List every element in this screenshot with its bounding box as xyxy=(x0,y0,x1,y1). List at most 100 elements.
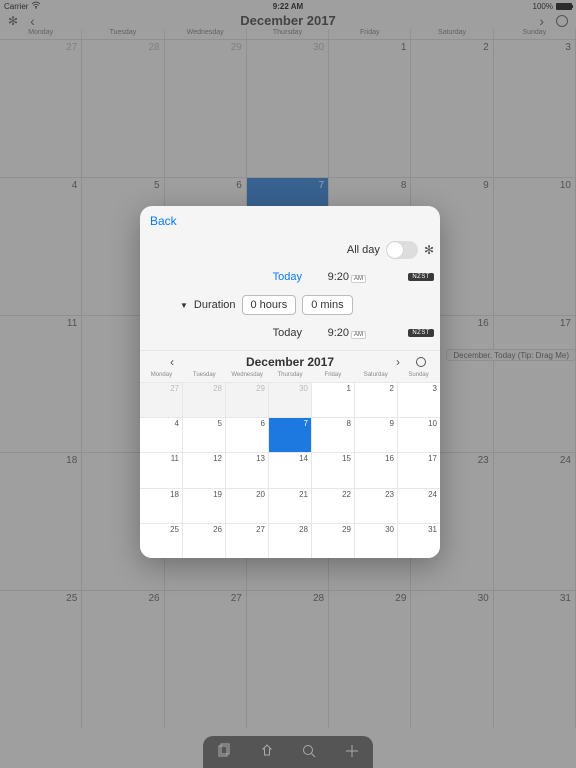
mini-day-cell[interactable]: 1 xyxy=(312,383,355,417)
mini-dow-label: Sunday xyxy=(397,372,440,382)
mini-day-cell[interactable]: 25 xyxy=(140,524,183,558)
bottom-toolbar xyxy=(203,736,373,768)
add-icon[interactable] xyxy=(344,743,360,762)
mini-day-number: 22 xyxy=(342,490,351,499)
end-time-value: 9:20 xyxy=(328,327,349,339)
mini-day-cell[interactable]: 24 xyxy=(398,489,440,523)
mini-day-cell[interactable]: 20 xyxy=(226,489,269,523)
search-icon[interactable] xyxy=(301,743,317,762)
mini-day-number: 27 xyxy=(256,525,265,534)
start-day-label: Today xyxy=(146,271,316,283)
mini-next-button[interactable]: › xyxy=(396,355,400,369)
duration-row: ▼ Duration 0 hours 0 mins xyxy=(140,290,440,320)
mini-day-cell[interactable]: 30 xyxy=(269,383,312,417)
mini-dow-label: Friday xyxy=(311,372,354,382)
mini-day-number: 16 xyxy=(385,454,394,463)
mini-day-number: 12 xyxy=(213,454,222,463)
time-settings-gear-icon[interactable]: ✻ xyxy=(424,243,434,257)
mini-day-cell[interactable]: 13 xyxy=(226,453,269,487)
mini-day-number: 24 xyxy=(428,490,437,499)
mini-day-cell[interactable]: 12 xyxy=(183,453,226,487)
mini-day-cell[interactable]: 28 xyxy=(269,524,312,558)
mini-day-cell[interactable]: 11 xyxy=(140,453,183,487)
mini-day-number: 29 xyxy=(256,384,265,393)
mini-dow-label: Wednesday xyxy=(226,372,269,382)
mini-dow-label: Thursday xyxy=(269,372,312,382)
mini-day-number: 31 xyxy=(428,525,437,534)
mini-day-number: 27 xyxy=(170,384,179,393)
mini-day-number: 30 xyxy=(385,525,394,534)
end-ampm: AM xyxy=(351,331,366,339)
mini-day-cell[interactable]: 23 xyxy=(355,489,398,523)
mini-day-cell[interactable]: 15 xyxy=(312,453,355,487)
mini-day-number: 2 xyxy=(390,384,394,393)
mini-month-title: December 2017 xyxy=(246,355,334,369)
duration-collapse-icon[interactable]: ▼ xyxy=(180,301,188,310)
mini-day-number: 26 xyxy=(213,525,222,534)
copy-icon[interactable] xyxy=(216,743,232,762)
mini-day-number: 11 xyxy=(171,454,179,463)
allday-toggle[interactable] xyxy=(386,241,418,259)
end-time-row[interactable]: Today 9:20AM NZST xyxy=(140,320,440,346)
mini-day-cell[interactable]: 14 xyxy=(269,453,312,487)
mini-day-cell[interactable]: 30 xyxy=(355,524,398,558)
mini-day-number: 3 xyxy=(433,384,437,393)
mini-day-cell[interactable]: 27 xyxy=(226,524,269,558)
mini-day-number: 8 xyxy=(347,419,351,428)
mini-day-number: 14 xyxy=(299,454,308,463)
mini-day-cell[interactable]: 6 xyxy=(226,418,269,452)
share-up-icon[interactable] xyxy=(259,743,275,762)
mini-day-cell[interactable]: 4 xyxy=(140,418,183,452)
mini-day-cell[interactable]: 29 xyxy=(226,383,269,417)
mini-day-cell[interactable]: 10 xyxy=(398,418,440,452)
mini-day-cell[interactable]: 2 xyxy=(355,383,398,417)
end-day-label: Today xyxy=(146,327,316,339)
end-tz-badge[interactable]: NZST xyxy=(408,329,434,337)
mini-day-number: 7 xyxy=(304,419,308,428)
mini-dow-label: Monday xyxy=(140,372,183,382)
duration-mins-picker[interactable]: 0 mins xyxy=(302,295,352,315)
mini-day-cell[interactable]: 31 xyxy=(398,524,440,558)
back-button[interactable]: Back xyxy=(150,214,177,228)
mini-day-cell[interactable]: 21 xyxy=(269,489,312,523)
mini-day-cell[interactable]: 3 xyxy=(398,383,440,417)
start-time-value: 9:20 xyxy=(328,271,349,283)
mini-day-cell[interactable]: 22 xyxy=(312,489,355,523)
mini-day-number: 19 xyxy=(213,490,222,499)
mini-day-cell[interactable]: 28 xyxy=(183,383,226,417)
mini-day-cell[interactable]: 16 xyxy=(355,453,398,487)
mini-day-number: 28 xyxy=(299,525,308,534)
mini-prev-button[interactable]: ‹ xyxy=(170,355,174,369)
mini-day-cell[interactable]: 26 xyxy=(183,524,226,558)
mini-day-cell[interactable]: 8 xyxy=(312,418,355,452)
mini-today-ring-icon[interactable] xyxy=(416,357,426,367)
start-tz-badge[interactable]: NZST xyxy=(408,273,434,281)
start-time-row[interactable]: Today 9:20AM NZST xyxy=(140,264,440,290)
mini-day-number: 15 xyxy=(342,454,351,463)
mini-day-number: 18 xyxy=(170,490,179,499)
mini-day-number: 9 xyxy=(390,419,394,428)
mini-day-cell[interactable]: 19 xyxy=(183,489,226,523)
mini-day-cell[interactable]: 29 xyxy=(312,524,355,558)
mini-day-number: 20 xyxy=(256,490,265,499)
mini-day-number: 17 xyxy=(428,454,437,463)
mini-day-number: 10 xyxy=(428,419,437,428)
mini-day-number: 30 xyxy=(299,384,308,393)
mini-day-number: 21 xyxy=(299,490,308,499)
mini-day-number: 28 xyxy=(213,384,222,393)
mini-day-number: 23 xyxy=(385,490,394,499)
duration-hours-picker[interactable]: 0 hours xyxy=(242,295,297,315)
mini-day-cell[interactable]: 5 xyxy=(183,418,226,452)
mini-day-number: 25 xyxy=(170,525,179,534)
mini-day-cell[interactable]: 17 xyxy=(398,453,440,487)
mini-day-cell[interactable]: 18 xyxy=(140,489,183,523)
mini-day-number: 29 xyxy=(342,525,351,534)
mini-day-number: 5 xyxy=(218,419,222,428)
duration-label: Duration xyxy=(194,299,236,311)
mini-day-cell[interactable]: 7 xyxy=(269,418,312,452)
mini-day-cell[interactable]: 27 xyxy=(140,383,183,417)
allday-label: All day xyxy=(347,244,380,256)
mini-day-cell[interactable]: 9 xyxy=(355,418,398,452)
mini-month-nav: ‹ December 2017 › xyxy=(140,350,440,372)
mini-day-number: 4 xyxy=(175,419,179,428)
